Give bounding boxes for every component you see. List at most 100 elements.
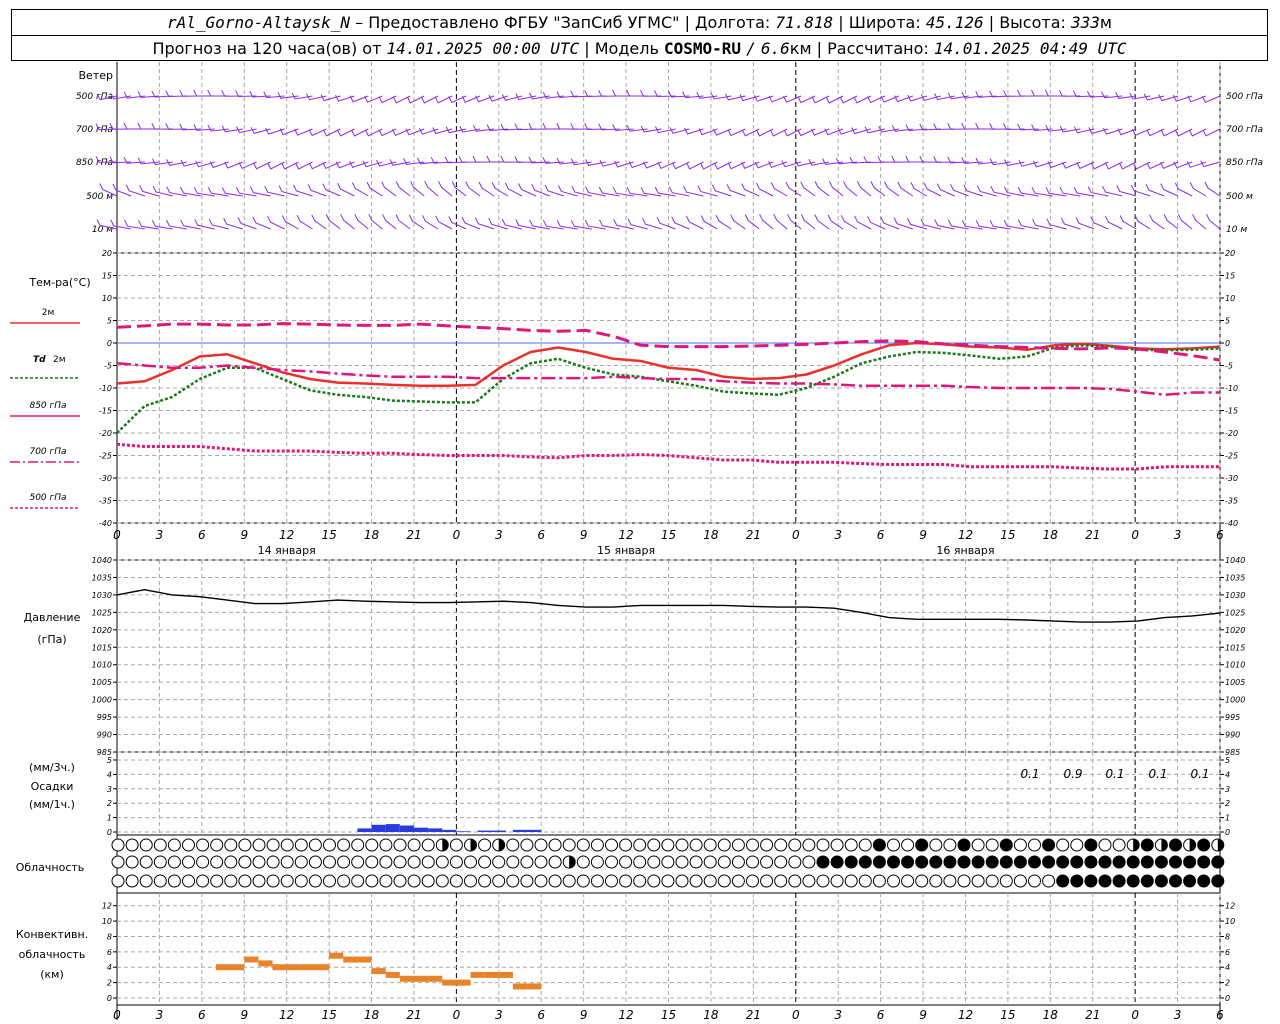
- cloud-symbol: [633, 874, 647, 888]
- wind-barb: [267, 215, 285, 230]
- cloud-symbol: [957, 855, 971, 869]
- wind-barb: [584, 219, 606, 230]
- cloud-symbol: [407, 874, 421, 888]
- y-tick-label-left: 1035: [92, 573, 112, 582]
- conv-bar: [371, 968, 386, 975]
- cloud-symbol: [1211, 874, 1225, 888]
- cloud-symbol: [379, 874, 393, 888]
- cloud-symbol: [182, 855, 195, 869]
- wind-label: Ветер: [79, 69, 113, 82]
- y-tick-label-right: 1035: [1225, 573, 1245, 582]
- wind-barb: [500, 155, 522, 163]
- cloud-symbol: [830, 855, 844, 869]
- cloud-symbol: [605, 838, 618, 852]
- conv-bar: [329, 952, 344, 959]
- wind-barb: [598, 89, 620, 97]
- cloud-symbol: [816, 838, 830, 852]
- wind-barb: [1200, 160, 1221, 168]
- cloud-symbol: [816, 874, 830, 888]
- x-tick-label: 21: [406, 528, 421, 542]
- x-tick-label: 0: [113, 528, 121, 542]
- wind-level-right: 10 м: [1226, 225, 1247, 235]
- y-tick-label-right: 2: [1225, 799, 1230, 808]
- y-tick-label-right: 0: [1225, 994, 1230, 1003]
- wind-barb: [221, 187, 243, 197]
- cloud-symbol: [1197, 874, 1211, 888]
- wind-barb: [151, 220, 173, 230]
- wind-barb: [422, 215, 439, 230]
- wind-barb: [570, 220, 592, 230]
- y-tick-label-right: 1005: [1225, 678, 1245, 687]
- cloud-symbol: [661, 855, 675, 869]
- cloud-symbol: [520, 874, 534, 888]
- wind-barb: [193, 89, 215, 97]
- wind-barb: [1189, 182, 1207, 197]
- precip-data-label: 0.1: [1105, 767, 1124, 781]
- wind-barb: [1160, 183, 1179, 197]
- cloud-symbol: [548, 874, 562, 888]
- conv-bar: [300, 964, 315, 971]
- cloud-symbol: [1140, 855, 1154, 869]
- wind-barb: [773, 213, 788, 230]
- cloud-symbol: [816, 855, 830, 869]
- x-tick-label: 3: [834, 528, 842, 542]
- x-tick-label: 15: [1000, 528, 1015, 542]
- cloud-symbol: [957, 838, 971, 852]
- cloud-symbol: [901, 855, 915, 869]
- cloud-symbol: [224, 855, 238, 869]
- cloud-symbol: [111, 855, 125, 869]
- cloud-symbol: [478, 855, 492, 869]
- y-tick-label-right: 995: [1225, 713, 1240, 722]
- cloud-symbol: [1098, 855, 1112, 869]
- cloud-symbol-half: [569, 856, 576, 868]
- conv-bar: [357, 956, 372, 963]
- cloud-symbol: [520, 855, 534, 869]
- y-tick-label-left: 4: [107, 770, 112, 779]
- y-tick-label-right: 5: [1225, 756, 1230, 765]
- wind-barb: [640, 187, 662, 197]
- wind-barb: [281, 215, 299, 230]
- wind-barb: [322, 183, 341, 197]
- x-tick-label-bottom: 3: [1174, 1008, 1182, 1022]
- wind-barb: [542, 122, 564, 130]
- cloud-symbol: [153, 874, 167, 888]
- cloud-symbol: [675, 874, 689, 888]
- wind-barb: [975, 122, 997, 130]
- day-label: 16 января: [936, 544, 994, 557]
- wind-barb: [856, 181, 872, 197]
- precip-unit-1h: (мм/1ч.): [29, 798, 75, 811]
- cloud-symbol: [802, 855, 816, 869]
- cloud-symbol: [1042, 838, 1056, 852]
- cloud-symbol: [858, 874, 872, 888]
- x-tick-label-bottom: 15: [661, 1008, 676, 1022]
- wind-barb: [296, 214, 313, 230]
- cloud-symbol: [858, 838, 872, 852]
- cloud-symbol: [1056, 874, 1070, 888]
- x-tick-label-bottom: 9: [240, 1008, 248, 1022]
- cloud-symbol: [717, 855, 731, 869]
- cloud-symbol: [407, 838, 421, 852]
- wind-barb: [598, 186, 620, 197]
- wind-barb: [1101, 91, 1123, 99]
- y-tick-label-left: 1010: [92, 661, 112, 670]
- x-tick-label: 3: [1174, 528, 1182, 542]
- cloud-symbol: [887, 855, 900, 869]
- cloud-symbol: [590, 838, 604, 852]
- cloud-symbol: [774, 855, 788, 869]
- cloud-symbol: [760, 855, 774, 869]
- wind-barb: [933, 123, 955, 131]
- cloud-symbol: [746, 838, 759, 852]
- precip-data-label: 0.1: [1190, 767, 1209, 781]
- y-tick-label-right: 8: [1225, 932, 1230, 941]
- x-tick-label-bottom: 6: [537, 1008, 545, 1022]
- precip-unit-3h: (мм/3ч.): [29, 761, 75, 774]
- y-tick-label-left: 5: [107, 317, 112, 326]
- wind-barb: [1206, 213, 1221, 230]
- wind-barb: [730, 214, 746, 230]
- cloud-symbol: [238, 874, 252, 888]
- cloud-symbol: [703, 855, 717, 869]
- cloud-symbol: [1112, 855, 1126, 869]
- y-tick-label-left: 1020: [92, 626, 112, 635]
- cloud-symbol: [435, 855, 449, 869]
- x-tick-label-bottom: 15: [321, 1008, 336, 1022]
